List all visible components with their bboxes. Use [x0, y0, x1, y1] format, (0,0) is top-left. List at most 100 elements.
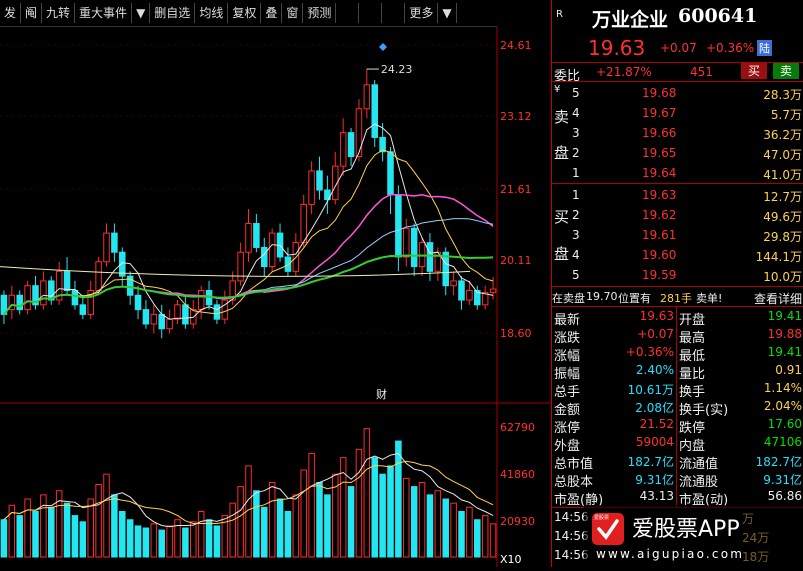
toolbar-button-4[interactable]: ▼ [132, 3, 151, 23]
volume-bar [213, 525, 221, 558]
level-number: 1 [572, 166, 580, 180]
volume-bar [142, 527, 150, 558]
volume-bar [324, 494, 331, 558]
volume-bar [442, 498, 449, 558]
ask-row[interactable]: 5 19.68 28.3万 [552, 84, 803, 103]
bid-row[interactable]: 3 19.61 29.8万 [552, 226, 803, 245]
stat-value: 47106 [763, 435, 802, 449]
price-tick-label: 20.11 [500, 254, 532, 267]
sell-notice-qty: 281手 [660, 292, 692, 305]
bid-row[interactable]: 2 19.62 49.6万 [552, 206, 803, 225]
volume-bar [197, 510, 205, 558]
volume-bar [410, 486, 418, 558]
candle-body [213, 304, 221, 320]
candle-body [261, 246, 268, 268]
volume-bar [481, 515, 489, 558]
volume-bar [16, 515, 23, 558]
candle-body [339, 132, 347, 167]
toolbar-button-2[interactable]: 九转 [42, 3, 76, 23]
volume-bar [24, 498, 31, 558]
stat-value: 182.7亿 [627, 455, 674, 469]
toolbar-button-12[interactable] [359, 3, 383, 23]
candle-body [134, 294, 142, 311]
volume-bar [190, 521, 197, 558]
candle-body [197, 289, 205, 311]
toolbar-button-13[interactable] [382, 3, 406, 23]
toolbar-button-5[interactable]: 删自选 [150, 3, 196, 23]
stat-value: 59004 [635, 435, 674, 449]
toolbar-button-9[interactable]: 窗 [282, 3, 304, 23]
stat-value: 1.14% [763, 381, 802, 395]
stat-row: 涨幅 +0.36% 最低 19.41 [552, 344, 803, 364]
sell-notice-prefix: 在卖盘 [552, 292, 585, 305]
stat-row: 总手 10.61万 换手 1.14% [552, 380, 803, 400]
ask-row[interactable]: 2 19.65 47.0万 [552, 144, 803, 163]
candle-body [268, 232, 276, 268]
price-tick-label: 21.61 [500, 183, 532, 196]
level-number: 4 [572, 248, 580, 262]
sell-button[interactable]: 卖 [773, 63, 799, 79]
level-volume: 49.6万 [763, 210, 802, 224]
buy-button[interactable]: 买 [741, 63, 767, 79]
candle-body [16, 294, 23, 311]
volume-bar [150, 523, 158, 558]
ask-row[interactable]: 4 19.67 5.7万 [552, 104, 803, 123]
weibi-value: +21.87% [596, 65, 652, 79]
toolbar-button-0[interactable]: 发 [0, 3, 22, 23]
level-number: 2 [572, 208, 580, 222]
level-price: 19.63 [642, 188, 677, 202]
candle-body [24, 285, 31, 311]
r-badge: R [556, 9, 563, 20]
candle-body [466, 289, 473, 301]
volume-bar [426, 494, 434, 558]
volume-bar [79, 521, 87, 558]
stat-value: +0.36% [625, 345, 674, 359]
stat-value: 0.91 [775, 363, 802, 377]
volume-tick-label: 41860 [500, 468, 535, 481]
candle-body [158, 313, 165, 330]
volume-bar [0, 519, 8, 558]
candle-body [410, 227, 418, 268]
ask-row[interactable]: 1 19.64 41.0万 [552, 164, 803, 183]
toolbar-button-8[interactable]: 叠 [261, 3, 283, 23]
level-number: 5 [572, 268, 580, 282]
toolbar-button-7[interactable]: 复权 [228, 3, 262, 23]
volume-bar [71, 515, 79, 558]
candle-body [245, 223, 252, 253]
toolbar-button-11[interactable] [336, 3, 360, 23]
bid-row[interactable]: 1 19.63 12.7万 [552, 186, 803, 205]
toolbar-button-1[interactable]: 阄 [21, 3, 43, 23]
candle-body [371, 84, 378, 138]
candle-body [458, 280, 465, 301]
stat-row: 最新 19.63 开盘 19.41 [552, 308, 803, 328]
toolbar-button-10[interactable]: 预测 [303, 3, 337, 23]
ask-row[interactable]: 3 19.66 36.2万 [552, 124, 803, 143]
volume-bar [450, 502, 457, 558]
toolbar-button-3[interactable]: 重大事件 [75, 3, 133, 23]
candle-body [111, 232, 118, 253]
volume-bar [371, 457, 378, 558]
weicha-value: 451 [690, 65, 713, 79]
quote-header: R 万业企业 600641 [552, 0, 803, 32]
kline-chart-area[interactable]: 24.61 23.12 21.61 20.11 18.60 62790 41860 20930… [0, 27, 550, 567]
price-tick-label: 23.12 [500, 110, 532, 123]
diamond-marker-icon [379, 43, 387, 51]
volume-bar [261, 506, 268, 558]
level-number: 2 [572, 146, 580, 160]
candle-body [284, 256, 292, 272]
view-detail-link[interactable]: 查看详细 [754, 290, 802, 307]
bid-row[interactable]: 4 19.60 144.1万 [552, 246, 803, 265]
bid-row[interactable]: 5 19.59 10.0万 [552, 266, 803, 285]
volume-bar [119, 510, 126, 558]
stat-value: 19.41 [767, 345, 802, 359]
level-volume: 12.7万 [763, 190, 802, 204]
stat-value: +0.07 [637, 327, 674, 341]
toolbar-button-14[interactable]: 更多 [405, 3, 439, 23]
stat-value: 17.60 [767, 417, 802, 431]
toolbar-button-6[interactable]: 均线 [195, 3, 229, 23]
watermark-url: www.aigupiao.com [596, 547, 745, 561]
volume-bar [166, 525, 173, 558]
candle-body [426, 242, 434, 272]
toolbar-button-15[interactable]: ▼ [438, 3, 457, 23]
kline-chart[interactable]: 24.61 23.12 21.61 20.11 18.60 62790 41860 20930… [0, 27, 550, 567]
